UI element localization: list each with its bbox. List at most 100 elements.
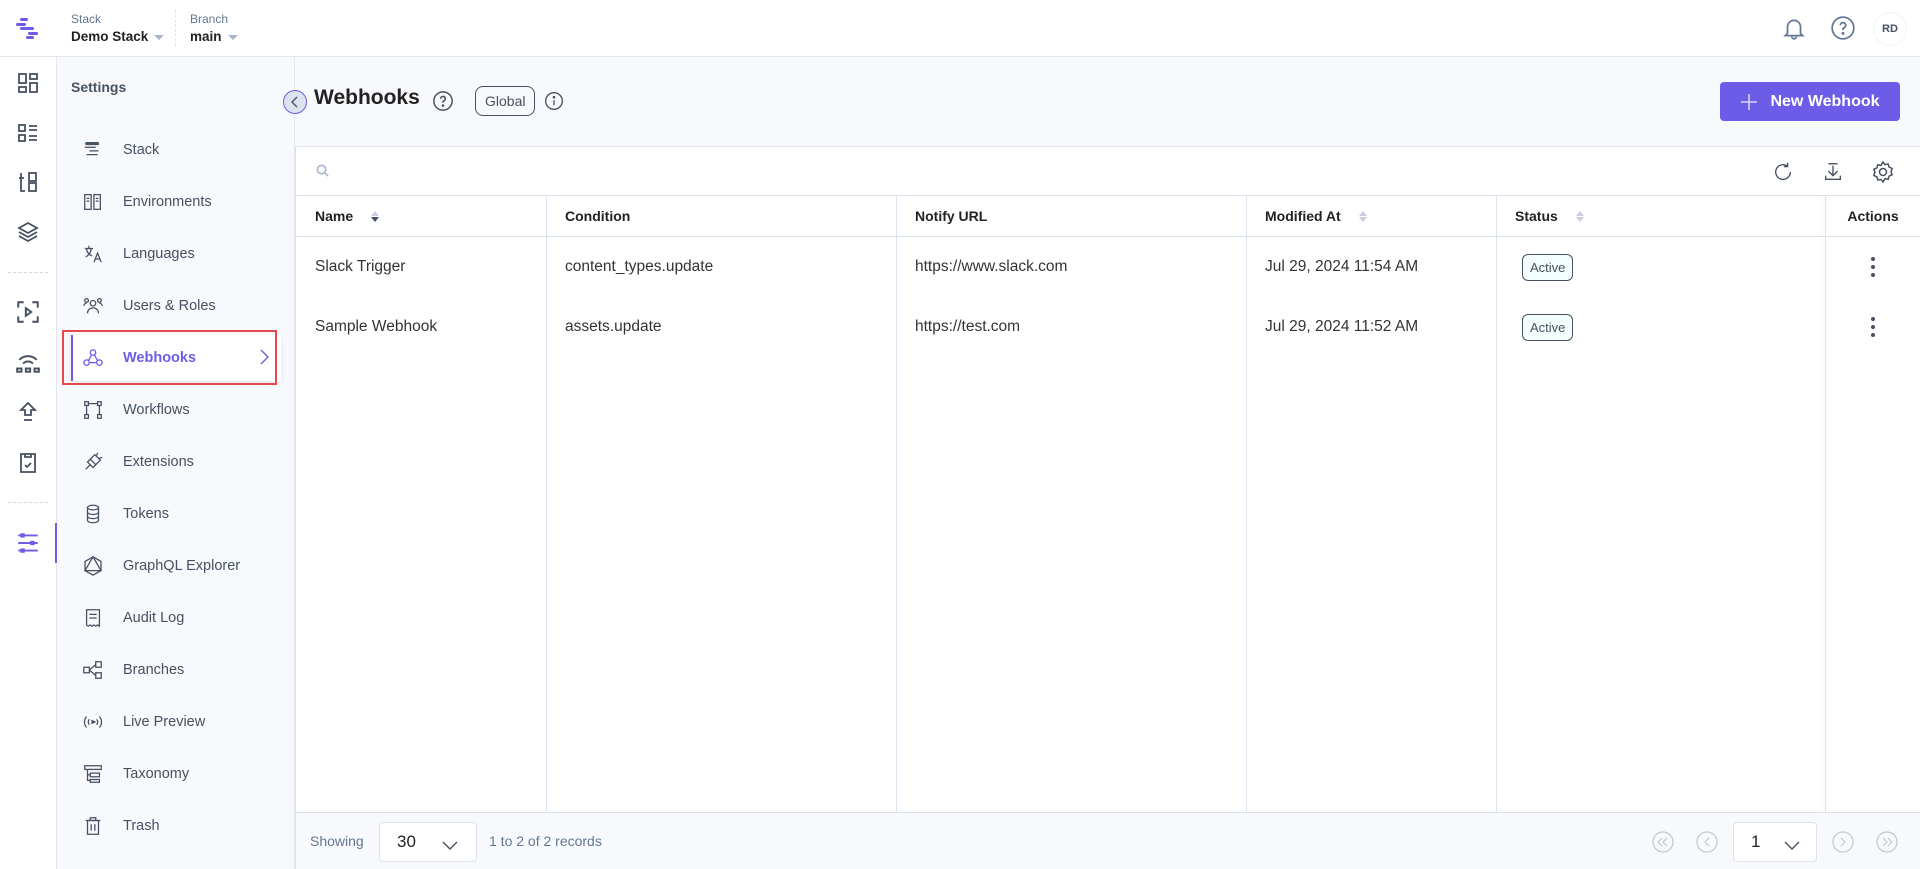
table-header: Name Condition Notify URL Modified At St… — [296, 196, 1920, 237]
plus-icon — [1741, 93, 1758, 110]
info-icon[interactable] — [544, 91, 564, 116]
tasks-icon[interactable] — [14, 449, 42, 477]
refresh-icon[interactable] — [1770, 159, 1796, 185]
column-label: Condition — [565, 208, 631, 224]
per-page-value: 30 — [397, 832, 416, 851]
users-icon — [81, 294, 105, 318]
showing-label: Showing — [310, 833, 364, 849]
cell-name[interactable]: Sample Webhook — [296, 297, 546, 357]
sidebar-item-label: Audit Log — [123, 610, 185, 626]
current-page-value: 1 — [1751, 832, 1761, 851]
status-badge: Active — [1522, 253, 1574, 281]
cell-condition: assets.update — [565, 318, 662, 335]
sort-icon[interactable] — [1575, 210, 1584, 222]
export-download-icon[interactable] — [1820, 159, 1846, 185]
chevron-down-icon — [1784, 836, 1800, 856]
sidebar-item-live-preview[interactable]: Live Preview — [71, 699, 281, 745]
caret-down-icon — [227, 34, 238, 40]
user-avatar[interactable]: RD — [1873, 12, 1907, 46]
branch-selector[interactable]: Branch main — [190, 12, 238, 47]
sidebar-item-label: Branches — [123, 662, 185, 678]
sidebar-item-taxonomy[interactable]: Taxonomy — [71, 751, 281, 797]
sidebar-item-tokens[interactable]: Tokens — [71, 491, 281, 537]
sidebar-item-languages[interactable]: Languages — [71, 231, 281, 277]
taxonomy-icon — [81, 762, 105, 786]
new-webhook-button[interactable]: New Webhook — [1720, 82, 1900, 121]
connectivity-icon[interactable] — [14, 348, 42, 376]
stack-label: Stack — [71, 12, 102, 26]
collapse-sidebar-button[interactable] — [283, 90, 307, 114]
first-page-icon[interactable] — [1652, 831, 1674, 853]
sidebar-item-trash[interactable]: Trash — [71, 803, 281, 849]
assets-layers-icon[interactable] — [14, 218, 42, 246]
sidebar-item-label: GraphQL Explorer — [123, 558, 241, 574]
sidebar-title: Settings — [71, 79, 127, 95]
plug-icon — [81, 450, 105, 474]
table-row[interactable]: Slack Trigger content_types.update https:/… — [296, 237, 1920, 297]
per-page-select[interactable]: 30 — [379, 822, 477, 862]
sidebar-item-label: Taxonomy — [123, 766, 190, 782]
row-actions-menu[interactable] — [1825, 297, 1920, 357]
sidebar-item-label: Webhooks — [123, 350, 197, 366]
help-icon[interactable] — [1827, 12, 1859, 44]
row-actions-menu[interactable] — [1825, 237, 1920, 297]
sidebar-item-label: Trash — [123, 818, 160, 834]
new-webhook-label: New Webhook — [1770, 92, 1880, 110]
sidebar-item-users-roles[interactable]: Users & Roles — [71, 283, 281, 329]
settings-gear-icon[interactable] — [1870, 159, 1896, 185]
sidebar-item-branches[interactable]: Branches — [71, 647, 281, 693]
column-label: Modified At — [1265, 208, 1341, 224]
divider — [175, 10, 176, 46]
sidebar-item-webhooks[interactable]: Webhooks — [71, 335, 281, 381]
app-logo-icon[interactable] — [14, 14, 42, 42]
settings-sliders-icon[interactable] — [14, 529, 42, 557]
deploy-icon[interactable] — [14, 398, 42, 426]
table-row[interactable]: Sample Webhook assets.update https://test.… — [296, 297, 1920, 357]
last-page-icon[interactable] — [1876, 831, 1898, 853]
bell-icon[interactable] — [1778, 12, 1810, 44]
column-header-actions: Actions — [1825, 196, 1920, 236]
cell-condition: content_types.update — [565, 258, 714, 275]
scope-badge: Global — [475, 86, 536, 116]
sidebar-item-label: Environments — [123, 194, 212, 210]
column-label: Notify URL — [915, 208, 988, 224]
branch-label: Branch — [190, 12, 229, 26]
cell-name[interactable]: Slack Trigger — [296, 237, 546, 297]
top-bar: Stack Demo Stack Branch main RD — [0, 0, 1920, 57]
sidebar-item-workflows[interactable]: Workflows — [71, 387, 281, 433]
sidebar-item-label: Workflows — [123, 402, 190, 418]
sidebar-item-stack[interactable]: Stack — [71, 127, 281, 173]
environments-icon — [81, 190, 105, 214]
column-header-notify-url: Notify URL — [896, 196, 1246, 236]
sidebar-item-environments[interactable]: Environments — [71, 179, 281, 225]
kebab-menu-icon — [1871, 317, 1875, 337]
stack-icon — [81, 138, 105, 162]
cell-modified-at: Jul 29, 2024 11:54 AM — [1265, 258, 1419, 275]
column-header-status[interactable]: Status — [1496, 196, 1825, 236]
sidebar-item-label: Live Preview — [123, 714, 206, 730]
help-circle-icon[interactable] — [432, 90, 454, 117]
sort-icon[interactable] — [371, 210, 380, 222]
entries-icon[interactable] — [14, 119, 42, 147]
column-label: Actions — [1847, 208, 1899, 224]
column-header-modified-at[interactable]: Modified At — [1246, 196, 1496, 236]
stack-selector[interactable]: Stack Demo Stack — [71, 12, 165, 47]
records-count: 1 to 2 of 2 records — [489, 833, 602, 849]
sidebar-item-audit-log[interactable]: Audit Log — [71, 595, 281, 641]
dashboard-icon[interactable] — [14, 69, 42, 97]
sort-icon[interactable] — [1358, 210, 1367, 222]
sidebar-item-extensions[interactable]: Extensions — [71, 439, 281, 485]
cell-modified-at: Jul 29, 2024 11:52 AM — [1265, 318, 1419, 335]
column-header-name[interactable]: Name — [296, 196, 546, 236]
content-models-icon[interactable] — [14, 168, 42, 196]
pagination-footer: Showing 30 1 to 2 of 2 records 1 — [295, 812, 1920, 869]
search-input[interactable] — [336, 157, 1636, 185]
sidebar-item-graphql-explorer[interactable]: GraphQL Explorer — [71, 543, 281, 589]
page-select[interactable]: 1 — [1733, 822, 1817, 862]
next-page-icon[interactable] — [1832, 831, 1854, 853]
previous-page-icon[interactable] — [1696, 831, 1718, 853]
column-header-condition: Condition — [546, 196, 896, 236]
releases-icon[interactable] — [14, 298, 42, 326]
sidebar-item-label: Stack — [123, 142, 160, 158]
cell-notify-url: https://www.slack.com — [915, 258, 1068, 275]
